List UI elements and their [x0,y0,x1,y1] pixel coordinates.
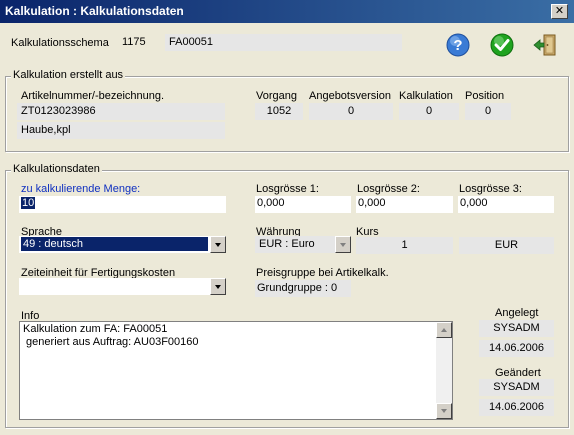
angebotsversion-label: Angebotsversion [309,90,391,102]
geaendert-date: 14.06.2006 [479,399,554,416]
info-textarea[interactable]: Kalkulation zum FA: FA00051 generiert au… [19,321,453,420]
angelegt-user: SYSADM [479,320,554,337]
currency-code: EUR [459,237,554,254]
menge-value: 10 [21,197,36,209]
created-from-legend: Kalkulation erstellt aus [11,69,126,81]
calc-data-legend: Kalkulationsdaten [11,163,102,175]
zeiteinheit-dropdown-button[interactable] [210,278,226,295]
menge-label: zu kalkulierende Menge: [21,183,141,195]
chevron-down-icon [215,243,221,247]
geaendert-user: SYSADM [479,379,554,396]
exit-button[interactable] [533,33,557,57]
schema-code: FA00051 [165,34,402,51]
waehrung-value: EUR : Euro [259,238,315,250]
title-bar: Kalkulation : Kalkulationsdaten ✕ [0,0,574,23]
scroll-up-button[interactable] [436,322,452,338]
los3-label: Losgrösse 3: [459,183,522,195]
los1-input[interactable]: 0,000 [255,196,351,213]
kalkulation-label: Kalkulation [399,90,453,102]
los1-label: Losgrösse 1: [256,183,319,195]
sprache-select[interactable]: 49 : deutsch [19,236,226,253]
exit-door-icon [533,34,556,56]
waehrung-select[interactable]: EUR : Euro [255,236,351,253]
position-value: 0 [465,103,511,120]
preisgruppe-value: Grundgruppe : 0 [255,280,351,297]
angelegt-date: 14.06.2006 [479,340,554,357]
kurs-value: 1 [356,237,453,254]
angebotsversion-value: 0 [309,103,393,120]
zeiteinheit-select[interactable] [19,278,226,295]
article-number: ZT0123023986 [17,103,225,120]
article-name: Haube,kpl [17,122,225,139]
sprache-value: 49 : deutsch [21,237,208,251]
window-title: Kalkulation : Kalkulationsdaten [5,4,184,18]
los1-value: 0,000 [257,197,285,209]
los3-input[interactable]: 0,000 [458,196,554,213]
angelegt-label: Angelegt [495,307,539,319]
header-panel: Kalkulationsschema 1175 FA00051 [5,30,405,55]
schema-number: 1175 [122,36,146,48]
info-scrollbar[interactable] [436,322,452,419]
scroll-down-button[interactable] [436,403,452,419]
position-label: Position [465,90,505,102]
article-label: Artikelnummer/-bezeichnung. [21,90,165,102]
close-icon: ✕ [554,5,565,17]
preisgruppe-label: Preisgruppe bei Artikelkalk. [256,267,389,279]
los2-value: 0,000 [358,197,386,209]
arrow-down-icon [441,409,447,413]
help-icon: ? [446,33,470,57]
waehrung-dropdown-button[interactable] [335,236,351,253]
kalkulation-value: 0 [399,103,459,120]
info-text: Kalkulation zum FA: FA00051 generiert au… [23,323,199,348]
chevron-down-icon [340,243,346,247]
arrow-up-icon [441,328,447,332]
los2-label: Losgrösse 2: [357,183,420,195]
vorgang-label: Vorgang [256,90,297,102]
menge-input[interactable]: 10 [19,196,226,213]
close-button[interactable]: ✕ [551,4,568,19]
sprache-dropdown-button[interactable] [210,236,226,253]
chevron-down-icon [215,285,221,289]
zeiteinheit-value [21,279,25,293]
schema-label: Kalkulationsschema [11,37,109,49]
vorgang-value: 1052 [255,103,303,120]
geaendert-label: Geändert [495,367,541,379]
los3-value: 0,000 [460,197,488,209]
checkmark-icon [490,33,514,57]
help-button[interactable]: ? [446,33,470,57]
svg-text:?: ? [453,37,462,54]
ok-button[interactable] [490,33,514,57]
los2-input[interactable]: 0,000 [356,196,453,213]
